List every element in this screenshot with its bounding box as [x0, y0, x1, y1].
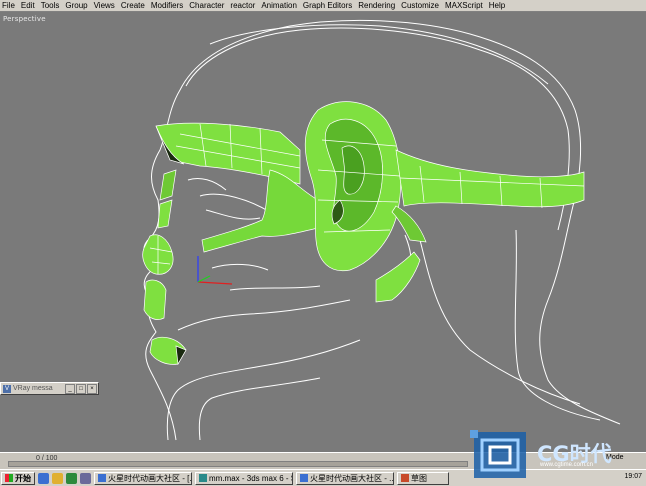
task-label: 火星时代动画大社区 - ...: [310, 473, 394, 483]
task-button-browser-2[interactable]: 火星时代动画大社区 - ...: [296, 471, 394, 485]
task-button-paint[interactable]: 草图: [397, 471, 449, 485]
ie-icon[interactable]: [38, 472, 49, 484]
paint-icon: [401, 474, 409, 482]
task-label: mm.max - 3ds max 6 - St...: [209, 473, 292, 483]
maximize-button[interactable]: □: [76, 383, 86, 394]
menu-file[interactable]: File: [0, 0, 18, 11]
minimize-button[interactable]: _: [65, 383, 75, 394]
desktop-icon[interactable]: [66, 472, 77, 484]
start-button[interactable]: 开始: [1, 471, 35, 485]
axis-gizmo-icon: [197, 256, 233, 285]
time-slider[interactable]: [8, 461, 468, 467]
windows-logo-icon: [5, 474, 13, 482]
menu-tools[interactable]: Tools: [38, 0, 63, 11]
task-label: 草图: [411, 473, 427, 483]
menu-bar: File Edit Tools Group Views Create Modif…: [0, 0, 646, 12]
task-button-browser-1[interactable]: 火星时代动画大社区 - [...: [94, 471, 192, 485]
menu-create[interactable]: Create: [118, 0, 148, 11]
browser-icon: [300, 474, 308, 482]
start-label: 开始: [15, 473, 31, 483]
perspective-viewport[interactable]: Perspective V VRay messa _ □ ×: [0, 12, 646, 452]
menu-modifiers[interactable]: Modifiers: [148, 0, 186, 11]
menu-customize[interactable]: Customize: [398, 0, 442, 11]
green-mesh: [142, 101, 585, 366]
menu-character[interactable]: Character: [186, 0, 227, 11]
menu-help[interactable]: Help: [486, 0, 508, 11]
vray-messages-window[interactable]: V VRay messa _ □ ×: [0, 382, 99, 395]
menu-graph-editors[interactable]: Graph Editors: [300, 0, 355, 11]
menu-rendering[interactable]: Rendering: [355, 0, 398, 11]
menu-group[interactable]: Group: [62, 0, 90, 11]
3dsmax-icon: [199, 474, 207, 482]
folder-icon[interactable]: [52, 472, 63, 484]
menu-reactor[interactable]: reactor: [227, 0, 258, 11]
browser-icon: [98, 474, 106, 482]
menu-animation[interactable]: Animation: [258, 0, 300, 11]
task-label: 火星时代动画大社区 - [...: [108, 473, 192, 483]
watermark-url: www.cgtime.com.cn: [540, 462, 594, 468]
close-button[interactable]: ×: [87, 383, 97, 394]
task-button-3dsmax[interactable]: mm.max - 3ds max 6 - St...: [195, 471, 293, 485]
menu-edit[interactable]: Edit: [18, 0, 38, 11]
menu-views[interactable]: Views: [91, 0, 118, 11]
vray-window-title: VRay messa: [13, 385, 53, 392]
menu-maxscript[interactable]: MAXScript: [442, 0, 486, 11]
media-icon[interactable]: [80, 472, 91, 484]
viewport-label[interactable]: Perspective: [3, 15, 46, 23]
vray-icon: V: [3, 384, 11, 393]
